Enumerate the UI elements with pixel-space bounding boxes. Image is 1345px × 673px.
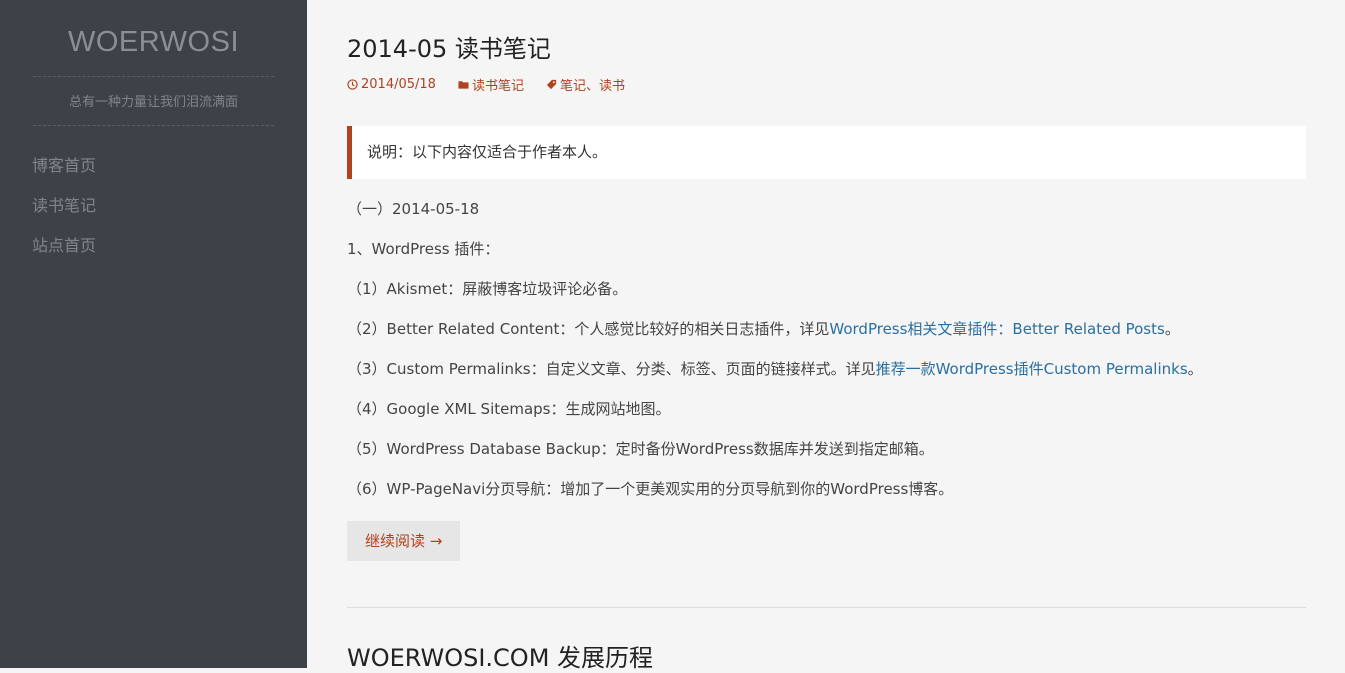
nav-item-site-home[interactable]: 站点首页 <box>0 234 307 274</box>
post-tags-text: 笔记、读书 <box>559 79 625 94</box>
main-nav: 博客首页 读书笔记 站点首页 <box>0 154 307 274</box>
custom-permalinks-link[interactable]: 推荐一款WordPress插件Custom Permalinks <box>876 360 1188 378</box>
related-posts-link[interactable]: WordPress相关文章插件：Better Related Posts <box>829 320 1164 338</box>
paragraph: （1）Akismet：屏蔽博客垃圾评论必备。 <box>347 280 628 298</box>
paragraph-text: （3）Custom Permalinks：自定义文章、分类、标签、页面的链接样式… <box>347 360 876 378</box>
paragraph: 1、WordPress 插件： <box>347 240 500 258</box>
main-content: 2014-05 读书笔记 2014/05/18 读书笔记 笔记、读书 说明：以下… <box>347 0 1306 673</box>
site-title[interactable]: WOERWOSI <box>0 26 307 59</box>
post-meta: 2014/05/18 读书笔记 笔记、读书 <box>347 75 1306 94</box>
nav-item-reading-notes[interactable]: 读书笔记 <box>0 194 307 234</box>
tag-icon <box>546 79 557 90</box>
paragraph-text: 。 <box>1164 320 1180 338</box>
paragraph-text: （2）Better Related Content：个人感觉比较好的相关日志插件… <box>347 320 830 338</box>
paragraph: （一）2014-05-18 <box>347 200 480 218</box>
post-tags[interactable]: 笔记、读书 <box>546 75 625 94</box>
paragraph-text: 。 <box>1187 360 1203 378</box>
paragraph: （4）Google XML Sitemaps：生成网站地图。 <box>347 400 671 418</box>
divider <box>33 125 274 126</box>
sidebar: WOERWOSI 总有一种力量让我们泪流满面 博客首页 读书笔记 站点首页 <box>0 0 307 668</box>
site-tagline: 总有一种力量让我们泪流满面 <box>68 95 238 110</box>
post-category[interactable]: 读书笔记 <box>458 75 524 94</box>
paragraph: （2）Better Related Content：个人感觉比较好的相关日志插件… <box>347 319 1306 339</box>
read-more-button[interactable]: 继续阅读 → <box>347 521 461 561</box>
post-category-text: 读书笔记 <box>471 79 524 94</box>
post-separator <box>347 607 1306 608</box>
paragraph: （3）Custom Permalinks：自定义文章、分类、标签、页面的链接样式… <box>347 359 1306 379</box>
clock-icon <box>347 79 358 90</box>
paragraph: （5）WordPress Database Backup：定时备份WordPre… <box>347 440 934 458</box>
paragraph: （6）WP-PageNavi分页导航：增加了一个更美观实用的分页导航到你的Wor… <box>347 480 954 498</box>
nav-item-blog-home[interactable]: 博客首页 <box>0 154 307 194</box>
post-date-text: 2014/05/18 <box>361 77 436 92</box>
notice-box: 说明：以下内容仅适合于作者本人。 <box>347 126 1306 179</box>
folder-icon <box>458 81 469 89</box>
post-title[interactable]: 2014-05 读书笔记 <box>347 29 1306 64</box>
post-date[interactable]: 2014/05/18 <box>347 77 436 92</box>
post-body: （一）2014-05-18 1、WordPress 插件： （1）Akismet… <box>347 199 1306 499</box>
